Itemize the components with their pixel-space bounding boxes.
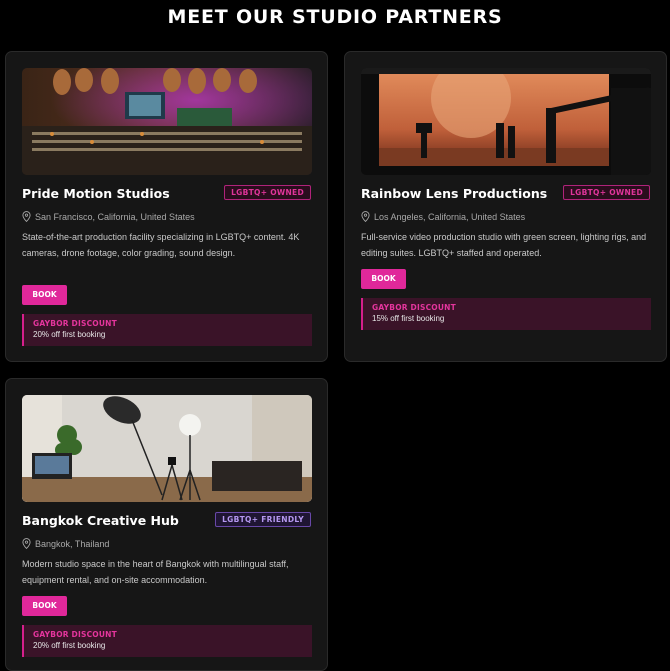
studio-image (361, 68, 651, 175)
book-button[interactable]: BOOK (22, 596, 67, 616)
studio-description: Full-service video production studio wit… (361, 232, 647, 258)
studio-description: Modern studio space in the heart of Bang… (22, 559, 289, 585)
lgbtq-owned-badge: LGBTQ+ OWNED (224, 185, 311, 200)
studio-name[interactable]: Rainbow Lens Productions (361, 186, 547, 201)
studio-description: State-of-the-art production facility spe… (22, 232, 300, 258)
discount-text: 15% off first booking (372, 314, 445, 323)
discount-box: GAYBOR DISCOUNT 20% off first booking (22, 314, 312, 346)
studio-image (22, 395, 312, 502)
discount-label: GAYBOR DISCOUNT (372, 303, 456, 312)
studio-card: Pride Motion Studios LGBTQ+ OWNED San Fr… (5, 51, 328, 362)
location-text: Bangkok, Thailand (35, 538, 110, 549)
lgbtq-owned-badge: LGBTQ+ OWNED (563, 185, 650, 200)
book-button[interactable]: BOOK (22, 285, 67, 305)
discount-label: GAYBOR DISCOUNT (33, 630, 117, 639)
map-pin-icon (22, 211, 31, 222)
discount-label: GAYBOR DISCOUNT (33, 319, 117, 328)
map-pin-icon (22, 538, 31, 549)
discount-box: GAYBOR DISCOUNT 15% off first booking (361, 298, 651, 330)
book-button[interactable]: BOOK (361, 269, 406, 289)
location-text: San Francisco, California, United States (35, 211, 195, 222)
studio-card: Bangkok Creative Hub LGBTQ+ FRIENDLY Ban… (5, 378, 328, 671)
studio-name[interactable]: Pride Motion Studios (22, 186, 170, 201)
studio-location: Bangkok, Thailand (22, 538, 109, 549)
studio-name[interactable]: Bangkok Creative Hub (22, 513, 179, 528)
page-title: MEET OUR STUDIO PARTNERS (167, 6, 503, 28)
studio-location: San Francisco, California, United States (22, 211, 195, 222)
studio-image (22, 68, 312, 175)
discount-box: GAYBOR DISCOUNT 20% off first booking (22, 625, 312, 657)
studio-location: Los Angeles, California, United States (361, 211, 525, 222)
map-pin-icon (361, 211, 370, 222)
lgbtq-friendly-badge: LGBTQ+ FRIENDLY (215, 512, 311, 527)
discount-text: 20% off first booking (33, 330, 106, 339)
discount-text: 20% off first booking (33, 641, 106, 650)
studio-card: Rainbow Lens Productions LGBTQ+ OWNED Lo… (344, 51, 667, 362)
location-text: Los Angeles, California, United States (374, 211, 526, 222)
